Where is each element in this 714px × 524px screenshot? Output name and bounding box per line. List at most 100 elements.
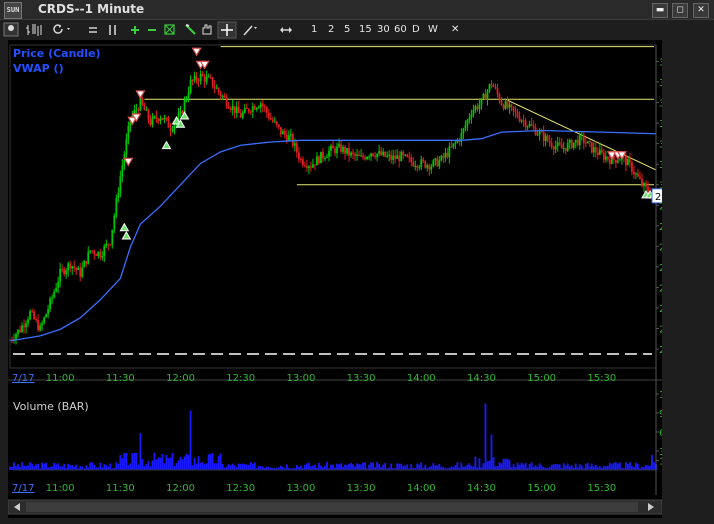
interval-weekly[interactable]: W (428, 23, 438, 37)
interval-60m[interactable]: 60 (394, 23, 407, 37)
volume-bar (482, 463, 485, 470)
legend-volume: Volume (BAR) (13, 400, 89, 413)
volume-x-tick-label: 15:00 (527, 483, 556, 494)
candle-body (532, 125, 535, 128)
volume-y-tick-label: 16.0K (659, 457, 662, 468)
minimize-button[interactable]: ▬ (652, 3, 668, 18)
volume-panel (9, 403, 657, 471)
interval-2m[interactable]: 2 (328, 23, 334, 37)
draw-pen-icon[interactable] (185, 24, 196, 35)
bar-style-icon[interactable] (26, 24, 42, 36)
interval-daily[interactable]: D (412, 23, 420, 37)
volume-bar (135, 452, 138, 470)
candle-body (155, 116, 158, 120)
candle-body (191, 79, 194, 81)
candle-body (540, 131, 543, 133)
candle-body (472, 110, 475, 115)
trendline-tool-icon[interactable] (243, 25, 257, 36)
close-chart-button[interactable]: ✕ (451, 23, 459, 37)
candle-body (428, 165, 431, 170)
candle-body (378, 151, 381, 154)
volume-bar (625, 462, 627, 470)
buy-signal-icon (121, 231, 132, 240)
crosshair-icon[interactable] (217, 21, 237, 39)
interval-15m[interactable]: 15 (359, 23, 372, 37)
volume-bar (312, 465, 314, 470)
volume-x-tick-label: 13:00 (286, 483, 315, 494)
interval-5m[interactable]: 5 (344, 23, 350, 37)
volume-bar (472, 466, 475, 470)
volume-bar (69, 465, 72, 470)
candle-body (249, 111, 252, 113)
volume-bar (23, 465, 25, 470)
volume-bar (631, 465, 633, 470)
volume-bar (580, 465, 583, 470)
y-tick-label: 2.625 (659, 242, 662, 253)
trendline[interactable] (505, 98, 657, 171)
interval-30m[interactable]: 30 (377, 23, 390, 37)
candle-body (444, 152, 447, 158)
candle-body (614, 159, 617, 163)
candle-body (115, 198, 118, 216)
candle-body (528, 123, 531, 127)
fit-icon[interactable] (164, 24, 175, 35)
candle-body (23, 325, 25, 328)
restore-button[interactable]: ◻ (672, 3, 688, 18)
candle-body (312, 164, 314, 168)
candle-body (73, 266, 76, 268)
pause-icon[interactable] (109, 25, 116, 35)
volume-bar (45, 462, 48, 470)
interval-1m[interactable]: 1 (311, 23, 317, 37)
volume-bar (344, 464, 346, 470)
candle-body (237, 106, 240, 114)
chart-area[interactable]: Price (Candle) VWAP () Volume (BAR) 2.93… (8, 40, 662, 518)
scrollbar-thumb[interactable] (26, 502, 638, 512)
volume-bar (209, 453, 212, 470)
candle-body (480, 98, 483, 105)
candle-body (147, 109, 150, 120)
volume-bar (342, 466, 344, 470)
chart-svg[interactable]: Price (Candle) VWAP () Volume (BAR) 2.93… (8, 40, 662, 518)
close-button[interactable]: ✕ (693, 3, 709, 18)
volume-bar (356, 463, 358, 470)
candle-body (348, 148, 350, 156)
candle-body (59, 268, 62, 282)
volume-bar (117, 464, 120, 470)
candle-body (95, 254, 98, 257)
volume-bar (155, 459, 158, 470)
volume-bar (107, 466, 110, 470)
hand-icon[interactable] (202, 24, 212, 35)
candle-body (546, 135, 549, 141)
refresh-icon[interactable] (53, 24, 70, 34)
candle-body (167, 118, 170, 128)
volume-bar (492, 457, 495, 470)
candle-body (506, 101, 509, 108)
candle-body (275, 121, 278, 125)
volume-bar (237, 463, 240, 470)
volume-bar (410, 464, 413, 470)
candle-body (51, 297, 54, 299)
volume-bar (336, 463, 338, 470)
candle-body (293, 143, 296, 146)
candle-body (267, 112, 270, 119)
window-title: CRDS--1 Minute (38, 2, 145, 16)
volume-bar (586, 462, 589, 470)
volume-bar (496, 466, 499, 470)
volume-bar (103, 464, 106, 470)
y-tick-label: 3.5 (659, 99, 662, 110)
scroll-arrows-icon[interactable] (280, 27, 292, 33)
volume-bar (310, 466, 312, 470)
candle-body (450, 146, 453, 148)
candle-body (564, 147, 567, 151)
volume-bar (562, 463, 565, 470)
candle-body (586, 141, 589, 144)
candle-body (448, 146, 451, 158)
price-x-tick-label: 11:00 (46, 373, 75, 384)
volume-bar (57, 463, 60, 470)
candle-body (606, 156, 609, 160)
volume-y-tick-label: 128.0K (659, 390, 662, 401)
zoom-in-icon[interactable] (131, 26, 139, 34)
equals-icon[interactable] (89, 27, 97, 33)
candle-body (639, 176, 641, 179)
sun-icon[interactable] (3, 22, 19, 37)
